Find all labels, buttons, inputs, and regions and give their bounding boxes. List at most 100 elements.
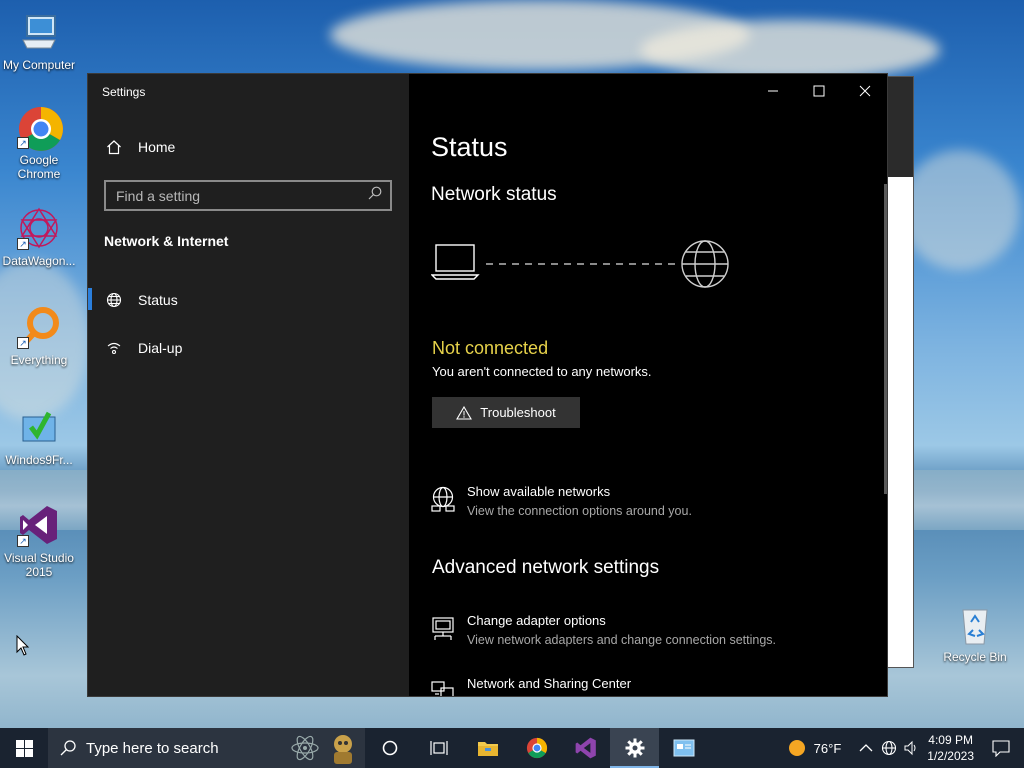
cortana-button[interactable] bbox=[365, 728, 414, 768]
taskbar-control-panel[interactable] bbox=[659, 728, 708, 768]
task-view-icon bbox=[429, 741, 448, 755]
sidebar-section-title: Network & Internet bbox=[104, 233, 229, 249]
settings-search-box[interactable] bbox=[104, 180, 392, 211]
installer-icon bbox=[17, 405, 61, 449]
wallpaper-cloud bbox=[900, 150, 1020, 270]
windows-logo-icon bbox=[15, 739, 33, 757]
desktop-icon-recycle-bin[interactable]: Recycle Bin bbox=[936, 602, 1014, 664]
taskbar-clock[interactable]: 4:09 PM 1/2/2023 bbox=[927, 732, 974, 764]
atom-search-highlight-icon bbox=[291, 735, 319, 761]
dialup-icon bbox=[105, 340, 123, 356]
settings-search-input[interactable] bbox=[116, 187, 346, 204]
link-title: Change adapter options bbox=[467, 613, 606, 628]
control-panel-icon bbox=[673, 739, 694, 757]
network-sharing-center-link[interactable]: Network and Sharing Center bbox=[431, 676, 631, 696]
shortcut-arrow-icon: ↗ bbox=[17, 337, 29, 349]
desktop-icon-visual-studio[interactable]: ↗ Visual Studio 2015 bbox=[0, 503, 78, 579]
taskbar-file-explorer[interactable] bbox=[463, 728, 512, 768]
wallpaper-cloud bbox=[640, 20, 940, 80]
sidebar-item-label: Dial-up bbox=[138, 340, 183, 356]
sidebar-item-status[interactable]: Status bbox=[88, 280, 409, 320]
taskbar-search-placeholder: Type here to search bbox=[86, 739, 219, 757]
link-subtitle: View network adapters and change connect… bbox=[467, 633, 776, 647]
system-tray: 76°F 4:09 PM 1/2/2023 bbox=[788, 728, 1024, 768]
taskbar: Type here to search 76°F 4:09 PM 1/2/202… bbox=[0, 728, 1024, 768]
folder-icon bbox=[477, 742, 498, 756]
troubleshoot-button[interactable]: Troubleshoot bbox=[432, 397, 580, 428]
gear-icon bbox=[625, 738, 644, 758]
search-icon bbox=[60, 740, 76, 756]
show-available-networks-link[interactable]: Show available networks View the connect… bbox=[431, 484, 692, 518]
desktop-icon-label: Windos9Fr... bbox=[5, 453, 73, 467]
settings-window: Settings Home Network & Internet Status bbox=[87, 73, 888, 697]
change-adapter-options-link[interactable]: Change adapter options View network adap… bbox=[431, 613, 776, 647]
desktop-icon-windos9fr[interactable]: Windos9Fr... bbox=[0, 405, 78, 467]
cortana-icon bbox=[382, 740, 397, 756]
laptop-icon bbox=[430, 244, 480, 280]
taskbar-settings[interactable] bbox=[610, 728, 659, 768]
shortcut-arrow-icon: ↗ bbox=[17, 137, 29, 149]
taskbar-search-box[interactable]: Type here to search bbox=[48, 728, 365, 768]
sidebar-item-dialup[interactable]: Dial-up bbox=[88, 328, 409, 368]
chrome-icon bbox=[526, 737, 547, 759]
page-title: Status bbox=[431, 132, 508, 162]
chrome-icon: ↗ bbox=[17, 105, 63, 151]
shortcut-arrow-icon: ↗ bbox=[17, 535, 29, 547]
datawagon-icon: ↗ bbox=[17, 206, 61, 250]
computer-icon bbox=[17, 10, 61, 54]
taskbar-chrome[interactable] bbox=[512, 728, 561, 768]
globe-icon bbox=[105, 292, 123, 308]
shortcut-arrow-icon: ↗ bbox=[17, 238, 29, 250]
search-highlight-character-icon bbox=[334, 735, 352, 764]
desktop-icon-label: Google Chrome bbox=[17, 153, 61, 181]
network-status-heading: Network status bbox=[431, 184, 557, 205]
desktop-icon-everything[interactable]: ↗ Everything bbox=[0, 305, 78, 367]
desktop-icon-label: Recycle Bin bbox=[943, 650, 1007, 664]
active-indicator bbox=[88, 288, 92, 310]
settings-content: Status Network status Not connected You bbox=[409, 74, 887, 696]
desktop-icon-chrome[interactable]: ↗ Google Chrome bbox=[0, 105, 78, 181]
settings-sidebar: Settings Home Network & Internet Status bbox=[88, 74, 409, 696]
network-globe-tray-icon[interactable] bbox=[881, 740, 897, 756]
content-scrollbar[interactable] bbox=[884, 184, 887, 494]
desktop-icon-my-computer[interactable]: My Computer bbox=[0, 10, 78, 72]
network-adapter-icon bbox=[431, 613, 457, 647]
desktop-icon-label: Everything bbox=[10, 353, 68, 367]
chevron-up-icon[interactable] bbox=[859, 743, 873, 753]
weather-sun-icon[interactable] bbox=[788, 739, 806, 757]
visual-studio-icon bbox=[575, 737, 596, 759]
warning-icon bbox=[456, 405, 473, 420]
taskbar-visual-studio[interactable] bbox=[561, 728, 610, 768]
desktop-icon-datawagon[interactable]: ↗ DataWagon... bbox=[0, 206, 78, 268]
home-icon bbox=[105, 139, 123, 155]
internet-globe-icon bbox=[681, 240, 729, 288]
recycle-bin-icon bbox=[953, 602, 997, 646]
sidebar-item-home[interactable]: Home bbox=[88, 127, 409, 167]
mouse-cursor-icon bbox=[16, 635, 30, 656]
sharing-center-icon bbox=[431, 676, 457, 696]
troubleshoot-label: Troubleshoot bbox=[480, 405, 556, 420]
link-title: Show available networks bbox=[467, 484, 611, 499]
sidebar-item-label: Status bbox=[138, 292, 178, 308]
task-view-button[interactable] bbox=[414, 728, 463, 768]
desktop-icon-label: Visual Studio 2015 bbox=[4, 551, 74, 579]
connection-detail: You aren't connected to any networks. bbox=[432, 364, 652, 379]
weather-temperature[interactable]: 76°F bbox=[814, 741, 842, 756]
everything-search-icon: ↗ bbox=[17, 305, 61, 349]
clock-time: 4:09 PM bbox=[928, 733, 973, 747]
sidebar-item-label: Home bbox=[138, 139, 176, 155]
window-title: Settings bbox=[102, 85, 146, 99]
search-icon[interactable] bbox=[368, 186, 382, 205]
volume-icon[interactable] bbox=[903, 740, 919, 756]
start-button[interactable] bbox=[0, 728, 48, 768]
network-diagram bbox=[430, 237, 731, 296]
advanced-settings-heading: Advanced network settings bbox=[432, 557, 660, 578]
connection-state: Not connected bbox=[432, 338, 549, 358]
visual-studio-icon: ↗ bbox=[17, 503, 61, 547]
desktop-icon-label: DataWagon... bbox=[2, 254, 76, 268]
desktop-icon-label: My Computer bbox=[2, 58, 76, 72]
clock-date: 1/2/2023 bbox=[927, 749, 974, 763]
link-subtitle: View the connection options around you. bbox=[467, 504, 692, 518]
network-globe-icon bbox=[431, 484, 457, 518]
notifications-icon[interactable] bbox=[992, 739, 1010, 757]
